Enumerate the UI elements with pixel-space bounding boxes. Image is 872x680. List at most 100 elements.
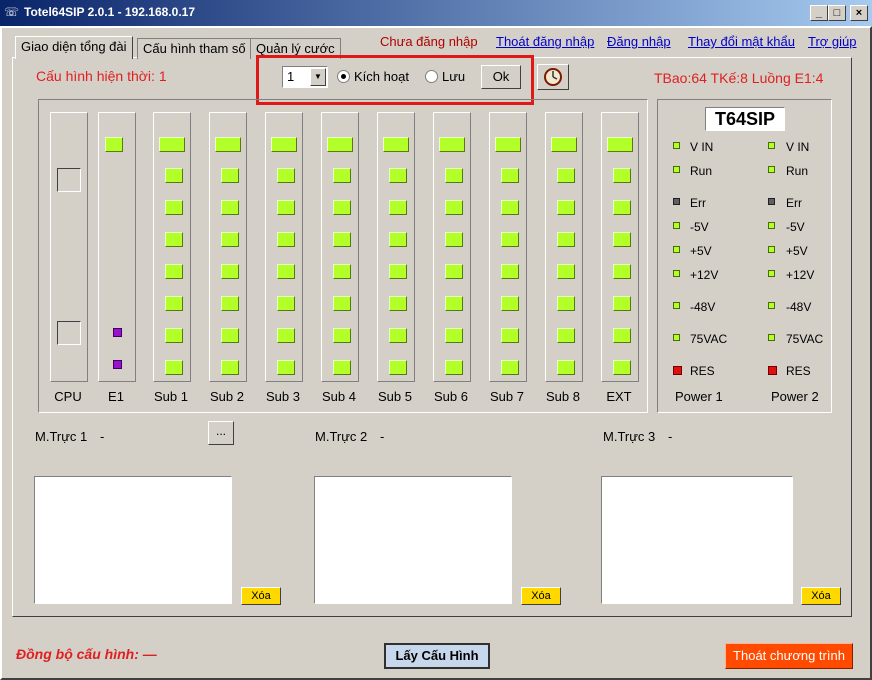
power-2-label: Power 2 <box>771 389 819 404</box>
port-led <box>389 168 407 183</box>
power-1-led <box>673 142 680 149</box>
port-led <box>613 296 631 311</box>
power-2-led <box>768 302 775 309</box>
browse-button[interactable]: ... <box>208 421 234 445</box>
port-led <box>333 168 351 183</box>
port-led <box>165 360 183 375</box>
port-led <box>557 360 575 375</box>
e1-port-led <box>113 360 122 369</box>
truc-1-list[interactable] <box>34 476 232 604</box>
port-led <box>557 232 575 247</box>
power-2-led <box>768 198 775 205</box>
get-config-button[interactable]: Lấy Cấu Hình <box>384 643 490 669</box>
app-icon[interactable]: ☏ <box>4 5 19 19</box>
rack-slot-e1[interactable] <box>98 112 136 382</box>
port-led <box>221 296 239 311</box>
clear-truc-1-button[interactable]: Xóa <box>241 587 281 605</box>
cpu-indicator <box>57 168 81 192</box>
power-1-label: V IN <box>690 140 714 154</box>
port-led <box>557 264 575 279</box>
truc-1-value: - <box>100 429 105 444</box>
radio-save[interactable] <box>425 70 438 83</box>
sync-status: Đồng bộ cấu hình: — <box>16 646 157 662</box>
power-2-label: +5V <box>786 244 808 258</box>
clock-button[interactable] <box>537 64 569 90</box>
logout-link[interactable]: Thoát đăng nhập <box>496 34 594 49</box>
tab-cau-hinh[interactable]: Cấu hình tham số <box>137 38 252 59</box>
port-led <box>445 232 463 247</box>
port-led <box>613 360 631 375</box>
power-2-label: Run <box>786 164 809 178</box>
port-led <box>445 328 463 343</box>
tab-giao-dien[interactable]: Giao diện tổng đài <box>15 36 133 59</box>
close-button[interactable]: × <box>850 5 868 21</box>
model-label: T64SIP <box>705 107 785 131</box>
port-led <box>501 168 519 183</box>
slot-status-led <box>439 137 465 152</box>
minimize-button[interactable]: _ <box>810 5 828 21</box>
truc-2-value: - <box>380 429 385 444</box>
port-led <box>333 264 351 279</box>
exit-button[interactable]: Thoát chương trình <box>725 643 853 669</box>
port-led <box>501 264 519 279</box>
rack-slot-label: Sub 4 <box>322 389 356 404</box>
port-led <box>277 296 295 311</box>
rack-slot-label: Sub 5 <box>378 389 412 404</box>
ok-button[interactable]: Ok <box>481 65 521 89</box>
power-1-label: Err <box>690 196 706 210</box>
e1-status-led <box>105 137 123 152</box>
truc-3-value: - <box>668 429 673 444</box>
power-2-led <box>768 166 775 173</box>
power-1-led <box>673 366 682 375</box>
power-1-led <box>673 166 680 173</box>
system-summary: TBao:64 TKế:8 Luồng E1:4 <box>654 70 824 86</box>
cpu-indicator <box>57 321 81 345</box>
power-2-label: V IN <box>786 140 810 154</box>
slot-status-led <box>607 137 633 152</box>
port-led <box>613 264 631 279</box>
login-status: Chưa đăng nhập <box>380 34 478 49</box>
e1-port-led <box>113 328 122 337</box>
maximize-button[interactable]: □ <box>828 5 846 21</box>
truc-2-label: M.Trực 2 <box>315 429 368 444</box>
port-led <box>557 168 575 183</box>
port-led <box>613 232 631 247</box>
window-title: Totel64SIP 2.0.1 - 192.168.0.17 <box>24 5 195 19</box>
port-led <box>445 200 463 215</box>
port-led <box>445 168 463 183</box>
rack-slot-label: Sub 3 <box>266 389 300 404</box>
power-2-led <box>768 246 775 253</box>
login-link[interactable]: Đăng nhập <box>607 34 671 49</box>
slot-status-led <box>551 137 577 152</box>
power-2-led <box>768 222 775 229</box>
clear-truc-2-button[interactable]: Xóa <box>521 587 561 605</box>
rack-slot-label: Sub 2 <box>210 389 244 404</box>
port-led <box>165 264 183 279</box>
power-1-label: 75VAC <box>690 332 728 346</box>
port-led <box>557 200 575 215</box>
power-2-label: Err <box>786 196 802 210</box>
power-2-led <box>768 366 777 375</box>
port-led <box>221 168 239 183</box>
power-1-led <box>673 222 680 229</box>
help-link[interactable]: Trợ giúp <box>808 34 857 49</box>
power-2-label: -5V <box>786 220 805 234</box>
slot-status-led <box>495 137 521 152</box>
chevron-down-icon[interactable]: ▼ <box>310 68 326 86</box>
current-config-label: Cấu hình hiện thời: 1 <box>36 68 167 84</box>
change-password-link[interactable]: Thay đổi mật khẩu <box>688 34 795 49</box>
port-led <box>277 200 295 215</box>
config-select[interactable]: 1 ▼ <box>282 66 328 88</box>
power-1-led <box>673 334 680 341</box>
power-1-led <box>673 198 680 205</box>
rack-slot-label: EXT <box>606 389 632 404</box>
power-2-led <box>768 334 775 341</box>
port-led <box>277 328 295 343</box>
port-led <box>333 328 351 343</box>
radio-activate[interactable] <box>337 70 350 83</box>
slot-status-led <box>159 137 185 152</box>
port-led <box>613 200 631 215</box>
truc-3-list[interactable] <box>601 476 793 604</box>
clear-truc-3-button[interactable]: Xóa <box>801 587 841 605</box>
truc-2-list[interactable] <box>314 476 512 604</box>
